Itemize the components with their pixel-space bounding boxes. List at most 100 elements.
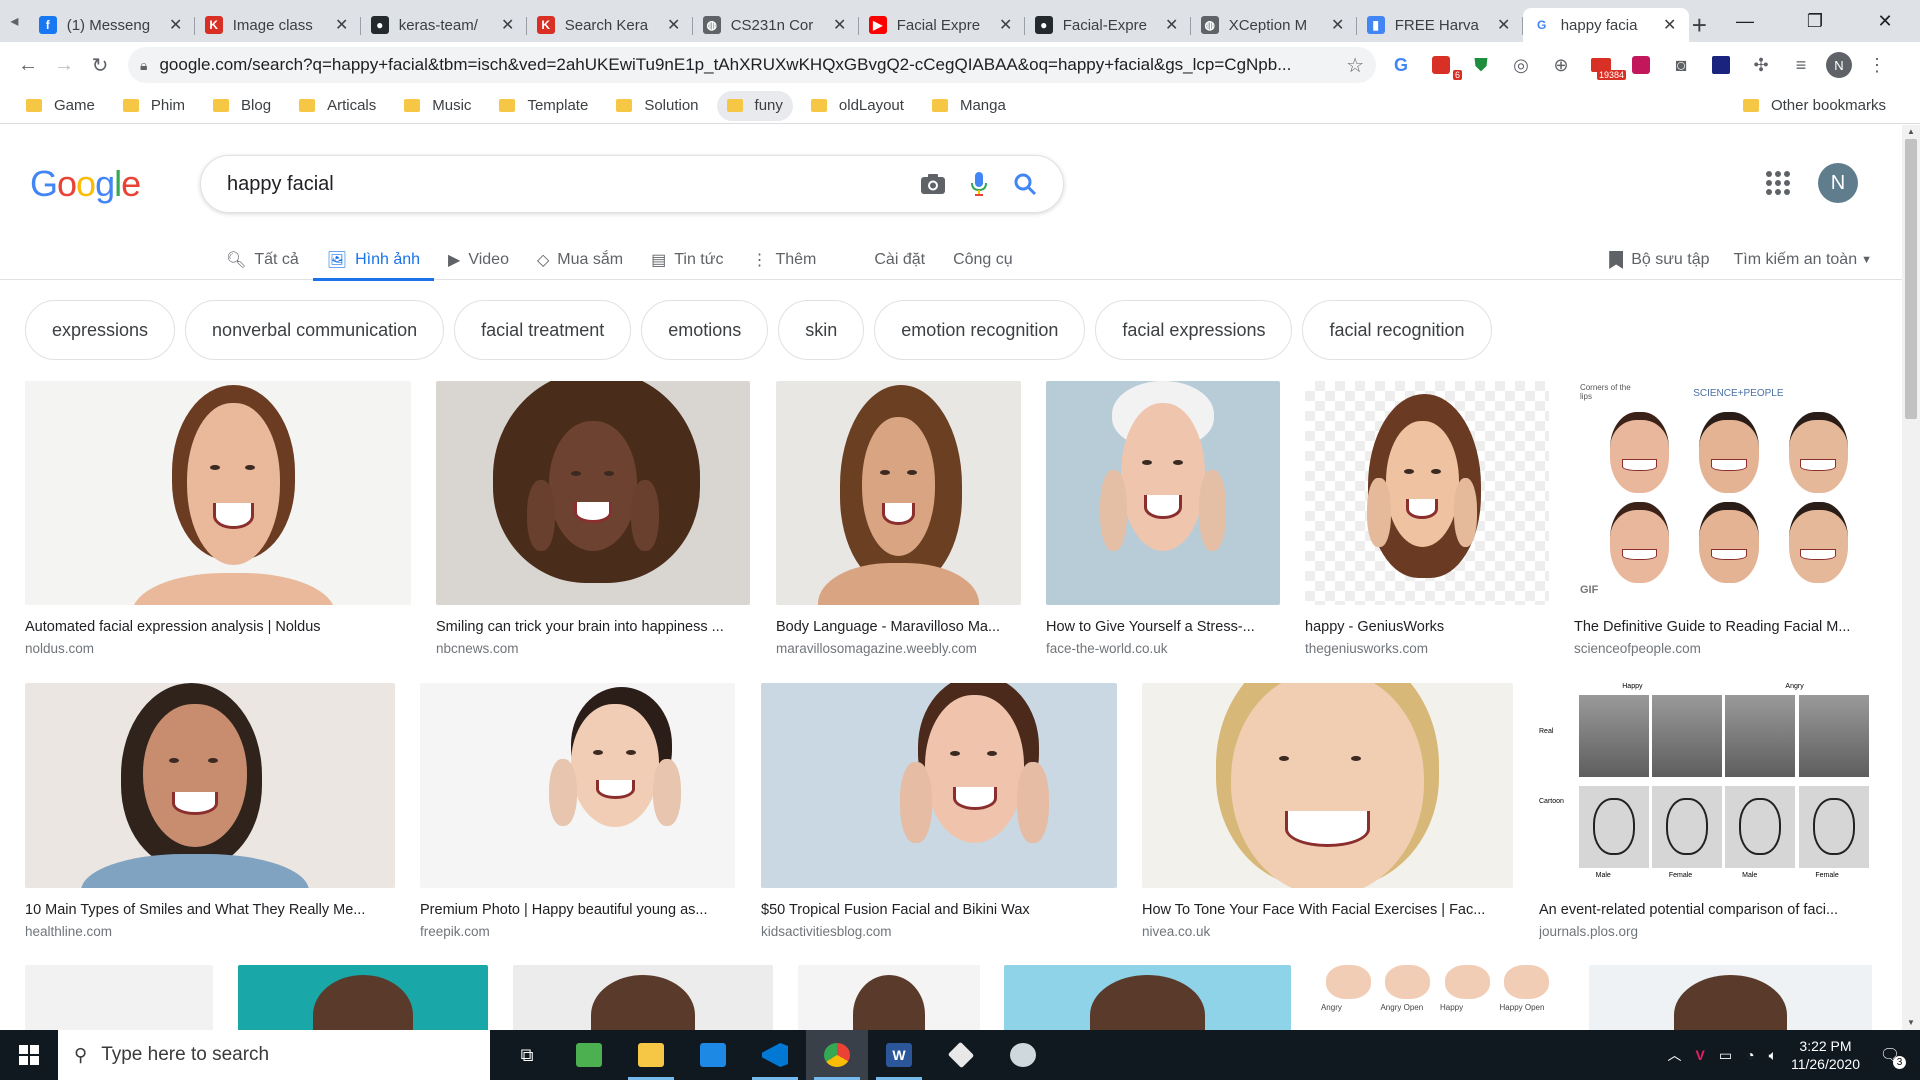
image-result-card[interactable]: Happy Angry Real Cartoon Male Female Male Femal… [1539,683,1872,939]
browser-tab[interactable]: ▶ Facial Expre ✕ [859,8,1025,42]
volume-icon[interactable]: 🔈︎ [1769,1047,1777,1064]
result-caption[interactable]: Body Language - Maravilloso Ma... [776,619,1021,635]
taskbar-search-box[interactable]: ⚲ Type here to search [58,1030,490,1080]
notification-center-icon[interactable]: 🗨︎ 3 [1874,1039,1906,1071]
result-caption[interactable]: $50 Tropical Fusion Facial and Bikini Wa… [761,902,1117,918]
battery-icon[interactable]: ▭ [1719,1047,1732,1064]
browser-menu-icon[interactable]: ⋮ [1862,50,1892,80]
mail-extension-icon[interactable]: 19384 [1586,50,1626,80]
browser-tab[interactable]: Ghappy facia ✕ [1522,8,1689,42]
result-thumbnail[interactable] [776,381,1021,605]
result-thumbnail[interactable] [420,683,735,888]
tray-v-icon[interactable]: V [1696,1047,1705,1063]
browser-tab[interactable]: ● Facial-Expre ✕ [1025,8,1191,42]
wifi-icon[interactable]: ◔ [1746,1047,1754,1063]
close-tab-icon[interactable]: ✕ [665,15,683,35]
result-caption[interactable]: 10 Main Types of Smiles and What They Re… [25,902,395,918]
close-tab-icon[interactable]: ✕ [1495,15,1513,35]
image-result-card[interactable]: Angry Angry Open Happy Happy Open [1316,965,1564,1030]
browser-tab[interactable]: f (1) Messeng ✕ [29,8,195,42]
bookmark-folder[interactable]: Music [394,91,481,121]
result-caption[interactable]: Smiling can trick your brain into happin… [436,619,750,635]
start-button[interactable] [0,1030,58,1080]
image-result-card[interactable]: Smiling can trick your brain into happin… [436,381,750,656]
bookmark-folder[interactable]: Game [16,91,105,121]
new-tab-button[interactable]: + [1689,8,1710,42]
result-thumbnail[interactable] [25,381,411,605]
bookmark-folder[interactable]: funy [716,90,793,121]
result-thumbnail[interactable] [25,683,395,888]
bookmark-folder[interactable]: Template [489,91,598,121]
close-tab-icon[interactable]: ✕ [831,15,849,35]
browser-tab[interactable]: ◍ XCeption M ✕ [1191,8,1357,42]
result-thumbnail[interactable] [1589,965,1872,1030]
close-window-button[interactable]: ✕ [1850,0,1920,42]
result-caption[interactable]: happy - GeniusWorks [1305,619,1549,635]
bookmark-folder[interactable]: Articals [289,91,386,121]
result-domain[interactable]: journals.plos.org [1539,924,1872,939]
result-thumbnail[interactable] [436,381,750,605]
close-tab-icon[interactable]: ✕ [997,15,1015,35]
result-caption[interactable]: How To Tone Your Face With Facial Exerci… [1142,902,1513,918]
mic-extension-icon[interactable] [1626,50,1656,80]
result-domain[interactable]: kidsactivitiesblog.com [761,924,1117,939]
translate-extension-icon[interactable]: G [1386,50,1416,80]
system-clock[interactable]: 3:22 PM 11/26/2020 [1791,1037,1860,1073]
scroll-down-icon[interactable]: ▼ [1902,1016,1920,1030]
result-thumbnail[interactable] [1004,965,1291,1030]
result-thumbnail[interactable] [513,965,773,1030]
app-vscode-icon[interactable] [744,1030,806,1080]
close-tab-icon[interactable]: ✕ [499,15,517,35]
image-result-card[interactable]: 10 Main Types of Smiles and What They Re… [25,683,395,939]
image-result-card[interactable]: How to Give Yourself a Stress-... face-th… [1046,381,1280,656]
image-result-card[interactable] [798,965,980,1030]
other-bookmarks[interactable]: Other bookmarks [1733,91,1896,121]
result-domain[interactable]: healthline.com [25,924,395,939]
browser-tab[interactable]: K Image class ✕ [195,8,361,42]
bookmark-folder[interactable]: Manga [922,91,1016,121]
close-tab-icon[interactable]: ✕ [1163,15,1181,35]
result-thumbnail[interactable] [1305,381,1549,605]
result-thumbnail[interactable] [761,683,1117,888]
url-text[interactable]: google.com/search?q=happy+facial&tbm=isc… [159,55,1346,75]
result-domain[interactable]: nbcnews.com [436,641,750,656]
result-thumbnail[interactable]: Happy Angry Real Cartoon Male Female Male Femal… [1539,683,1872,888]
close-tab-icon[interactable]: ✕ [1661,15,1679,35]
address-bar[interactable]: 🔒︎ google.com/search?q=happy+facial&tbm=… [128,47,1376,83]
result-domain[interactable]: freepik.com [420,924,735,939]
bookmark-star-icon[interactable]: ☆ [1346,53,1364,78]
media-queue-icon[interactable]: ≡ [1786,50,1816,80]
bookmark-folder[interactable]: Solution [606,91,708,121]
image-result-card[interactable]: Body Language - Maravilloso Ma... maravil… [776,381,1021,656]
result-caption[interactable]: Premium Photo | Happy beautiful young as… [420,902,735,918]
app-store-icon[interactable] [682,1030,744,1080]
result-caption[interactable]: The Definitive Guide to Reading Facial M… [1574,619,1872,635]
result-caption[interactable]: An event-related potential comparison of… [1539,902,1872,918]
close-tab-icon[interactable]: ✕ [333,15,351,35]
image-result-card[interactable]: SCIENCE+PEOPLE Corners of the lips GIF The … [1574,381,1872,656]
reload-button[interactable]: ↻ [82,47,118,83]
result-thumbnail[interactable] [1142,683,1513,888]
camera-extension-icon[interactable]: ◙ [1666,50,1696,80]
close-tab-icon[interactable]: ✕ [167,15,185,35]
result-caption[interactable]: How to Give Yourself a Stress-... [1046,619,1280,635]
bookmark-folder[interactable]: Phim [113,91,195,121]
image-result-card[interactable] [1589,965,1872,1030]
bookmark-folder[interactable]: oldLayout [801,91,914,121]
app-git-icon[interactable] [930,1030,992,1080]
result-domain[interactable]: noldus.com [25,641,411,656]
result-thumbnail[interactable]: Angry Angry Open Happy Happy Open [1316,965,1564,1030]
browser-tab[interactable]: ● keras-team/ ✕ [361,8,527,42]
app-word-icon[interactable]: W [868,1030,930,1080]
result-domain[interactable]: nivea.co.uk [1142,924,1513,939]
forward-button[interactable]: → [46,47,82,83]
scroll-up-icon[interactable]: ▲ [1902,125,1920,139]
result-domain[interactable]: scienceofpeople.com [1574,641,1872,656]
image-result-card[interactable] [513,965,773,1030]
result-domain[interactable]: thegeniusworks.com [1305,641,1549,656]
result-thumbnail[interactable] [238,965,488,1030]
image-result-card[interactable] [238,965,488,1030]
profile-avatar[interactable]: N [1826,52,1852,78]
maximize-button[interactable]: ❐ [1780,0,1850,42]
result-thumbnail[interactable]: SCIENCE+PEOPLE Corners of the lips GIF [1574,381,1872,605]
